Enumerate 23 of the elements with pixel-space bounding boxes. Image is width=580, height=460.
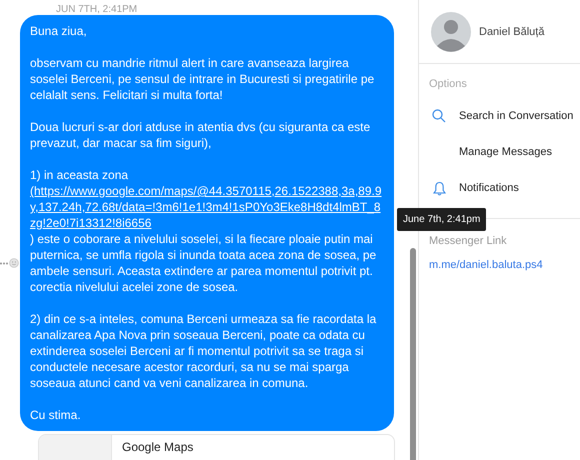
map-link[interactable]: (https://www.google.com/maps/@44.3570115,26.1522388,3a,89.9y,137.24h,72.68t/data=!3m6!1e1!3m4!1sP0Yo3Eke8H8dt4lmBT_8zg!2e0!7i13312!8i6656 — [30, 183, 384, 231]
message-paragraph: observam cu mandrie ritmul alert in care avanseaza largirea soselei Berceni, pe sensul de intrare in Bucuresti si pregatirile pe celalalt sens. Felicitari si multa forta! — [30, 55, 376, 103]
message-paragraph: Doua lucruri s-ar dori atduse in atentia dvs (cu siguranta ca este prevazut, dar macar sa fim siguri), — [30, 119, 372, 151]
timestamp-tooltip: June 7th, 2:41pm — [397, 208, 486, 231]
emoji-icon[interactable] — [9, 258, 19, 268]
messenger-link-heading: Messenger Link — [429, 235, 507, 247]
bell-icon — [432, 180, 446, 196]
option-item[interactable]: Notifications — [419, 170, 580, 206]
message-paragraph: 2) din ce s-a inteles, comuna Berceni urmeaza sa fie racordata la canalizarea Apa Nova prin soseaua Berceni, poate ca odata cu extinderea soselei Berceni ar fi momentul potrivit sa se traga si conductele necesare acestor racorduri, sa nu se mai sparga soseaua atunci cand va veni canalizarea in comuna. — [30, 311, 378, 391]
search-icon — [432, 109, 446, 123]
message-paragraph: 1) in aceasta zona (https://www.google.com/maps/@44.3570115,26.1522388,3a,89.9y,137.24h,72.68t/data=!3m6!1e1!3m4!1sP0Yo3Eke8H8dt4lmBT_8zg!2e0!7i13312!8i6656 ) este o coborare a nivelului soselei, si la fiecare ploaie putin mai puternica, se umfla rigola si inunda toata acea zona de sosea, pe ambele sensuri. Aceasta extindere ar parea momentul potrivit pt. corectia nivelului acelei zone de sosea. — [30, 167, 384, 295]
contact-name: Daniel Băluță — [479, 26, 544, 38]
message-paragraph: Buna ziua, — [30, 23, 88, 39]
option-item[interactable]: Search in Conversation — [419, 98, 580, 134]
avatar — [431, 12, 471, 52]
options-heading: Options — [428, 77, 468, 90]
message-paragraph: Cu stima. — [30, 407, 82, 423]
more-icon[interactable] — [0, 262, 8, 264]
link-preview-card[interactable]: Google Maps — [38, 434, 395, 460]
date-header: JUN 7TH, 2:41PM — [55, 3, 138, 15]
messenger-link[interactable]: m.me/daniel.baluta.ps4 — [429, 259, 543, 271]
option-item[interactable]: Manage Messages — [419, 134, 580, 170]
scrollbar-thumb[interactable] — [410, 248, 416, 460]
